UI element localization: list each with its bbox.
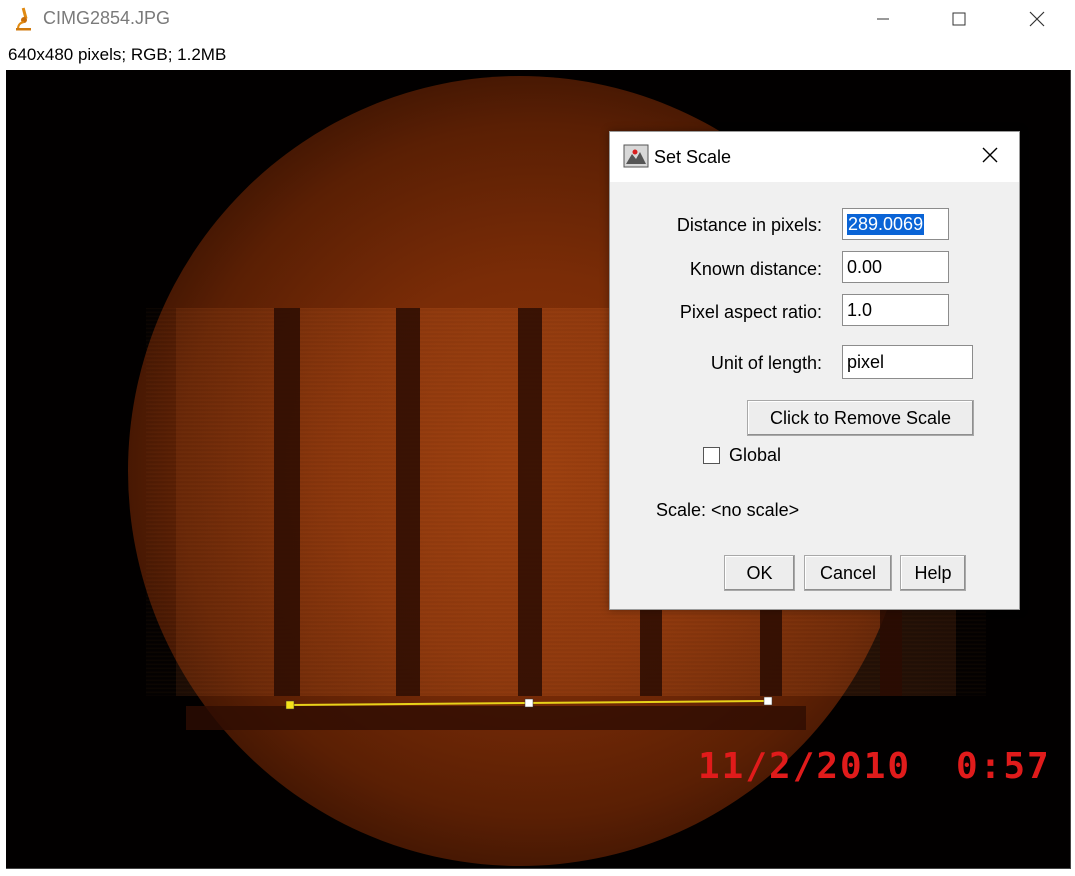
date-stamp: 11/2/2010 xyxy=(698,746,912,787)
set-scale-dialog: Set Scale Distance in pixels: 289.0069 K… xyxy=(609,131,1020,610)
line-mid-handle[interactable] xyxy=(524,698,534,708)
maximize-button[interactable] xyxy=(924,0,994,38)
dialog-title: Set Scale xyxy=(654,147,732,167)
minimize-icon xyxy=(876,12,890,26)
aspect-ratio-label: Pixel aspect ratio: xyxy=(679,302,822,322)
minimize-button[interactable] xyxy=(848,0,918,38)
scale-status: Scale: <no scale> xyxy=(656,500,800,520)
remove-scale-button[interactable]: Click to Remove Scale xyxy=(747,400,974,436)
dialog-close-button[interactable] xyxy=(976,143,1004,171)
known-distance-value: 0.00 xyxy=(847,256,883,277)
dialog-titlebar[interactable]: Set Scale xyxy=(610,132,1019,182)
close-icon xyxy=(982,147,998,168)
line-start-handle[interactable] xyxy=(285,700,295,710)
distance-value: 289.0069 xyxy=(847,213,925,235)
ok-button[interactable]: OK xyxy=(724,555,795,591)
close-icon xyxy=(1029,11,1045,27)
maximize-icon xyxy=(952,12,966,26)
global-checkbox[interactable] xyxy=(703,447,720,464)
global-label: Global xyxy=(729,445,782,465)
time-stamp: 0:57 xyxy=(956,746,1051,787)
known-distance-label: Known distance: xyxy=(689,259,822,279)
aspect-ratio-value: 1.0 xyxy=(847,299,873,320)
window-titlebar: CIMG2854.JPG xyxy=(0,0,1075,38)
microscope-icon xyxy=(14,7,34,31)
window-title: CIMG2854.JPG xyxy=(43,8,171,28)
known-distance-field[interactable]: 0.00 xyxy=(842,251,949,283)
distance-label: Distance in pixels: xyxy=(676,215,822,235)
close-button[interactable] xyxy=(1002,0,1072,38)
imagej-icon xyxy=(623,144,649,168)
image-info: 640x480 pixels; RGB; 1.2MB xyxy=(8,45,227,64)
line-end-handle[interactable] xyxy=(763,696,773,706)
distance-field[interactable]: 289.0069 xyxy=(842,208,949,240)
aspect-ratio-field[interactable]: 1.0 xyxy=(842,294,949,326)
unit-label: Unit of length: xyxy=(710,353,822,373)
unit-field[interactable]: pixel xyxy=(842,345,973,379)
help-button[interactable]: Help xyxy=(900,555,966,591)
unit-value: pixel xyxy=(847,351,885,372)
cancel-button[interactable]: Cancel xyxy=(804,555,892,591)
